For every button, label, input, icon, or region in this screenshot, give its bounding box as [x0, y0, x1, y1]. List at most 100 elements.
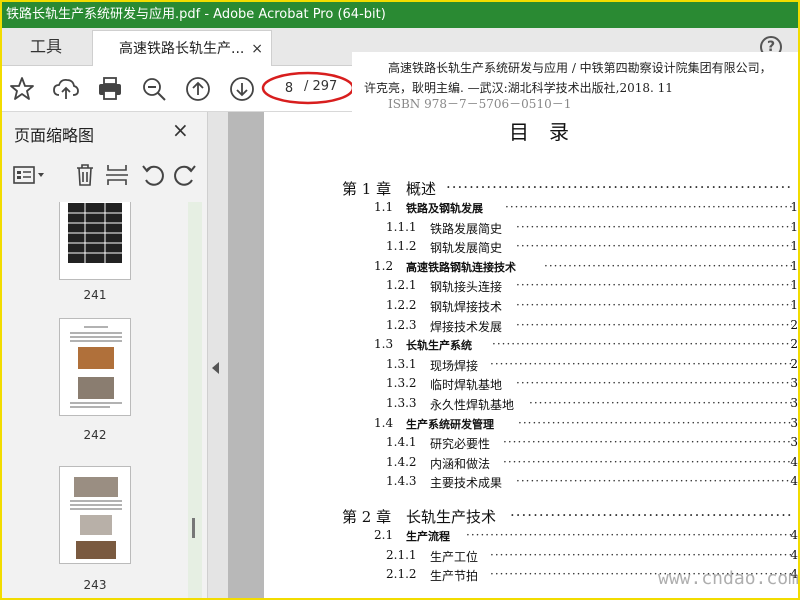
toc-leader-dots: ········································… — [510, 506, 792, 524]
toc-entry[interactable]: 2.1.1 生产工位 ·······························… — [264, 548, 798, 568]
toc-entry-text: 研究必要性 — [430, 437, 491, 452]
options-menu-icon[interactable] — [12, 162, 48, 188]
toc-leader-dots: ········································… — [516, 219, 792, 234]
toc-entry-text: 现场焊接 — [430, 358, 479, 373]
sidebar-scrollbar[interactable] — [188, 202, 202, 598]
toc-entry-number: 1.1.2 — [386, 239, 417, 254]
zoom-out-icon[interactable] — [140, 75, 168, 103]
toc-entry-text: 生产节拍 — [430, 569, 479, 584]
toc-entry-page: 3 — [790, 396, 798, 410]
thumbnail-label: 243 — [83, 578, 107, 592]
toc-title: 目录 — [509, 120, 589, 144]
toc-entry[interactable]: 1.4 生产系统研发管理 ·····························… — [264, 416, 798, 436]
page-up-icon[interactable] — [184, 75, 212, 103]
toc-leader-dots: ········································… — [544, 258, 792, 273]
toc-entry-page: 2 — [790, 317, 798, 332]
toc-entry-number: 1.4 — [374, 415, 394, 430]
toc-entry-page: 2 — [790, 337, 798, 352]
toc-entry-number: 2.1.1 — [386, 547, 417, 562]
sidebar-title: 页面缩略图 — [14, 126, 95, 145]
toc-entry-number: 2.1 — [374, 528, 394, 542]
citation-line-1: 高速铁路长轨生产系统研发与应用 / 中铁第四勘察设计院集团有限公司， — [388, 61, 772, 75]
toc-entry-text: 永久性焊轨基地 — [430, 398, 515, 412]
toc-entry[interactable]: 1.4.1 研究必要性 ······························… — [264, 435, 798, 455]
thumbnail-page[interactable] — [59, 318, 131, 416]
toc-entry-page: 4 — [790, 474, 798, 489]
toc-leader-dots: ········································… — [490, 356, 792, 371]
title-bar: 铁路长轨生产系统研发与应用.pdf - Adobe Acrobat Pro (6… — [2, 2, 798, 28]
toc-entry-page: 1 — [790, 298, 798, 312]
toc-entry-text: 主要技术成果 — [430, 476, 503, 491]
toc-entry[interactable]: 1.3.2 临时焊轨基地 ·····························… — [264, 376, 798, 396]
sidebar-scrollbar-thumb[interactable] — [192, 518, 195, 538]
cloud-upload-icon[interactable] — [52, 75, 80, 103]
toc-entry-page: 1 — [790, 200, 798, 214]
document-page: 目录 第 1 章概述 ······························… — [264, 112, 798, 598]
page-down-icon[interactable] — [228, 75, 256, 103]
toc-entry-page: 3 — [790, 415, 798, 430]
toc-entry[interactable]: 1.1.2 钢轨发展简史 ·····························… — [264, 239, 798, 259]
tab-document[interactable]: 高速铁路长轨生产... × — [92, 30, 272, 67]
close-sidebar-icon[interactable]: × — [172, 118, 189, 142]
toc-entry[interactable]: 1.2 高速铁路钢轨连接技术 ···························… — [264, 259, 798, 279]
toc-entry-page: 2 — [790, 356, 798, 371]
app-window: 铁路长轨生产系统研发与应用.pdf - Adobe Acrobat Pro (6… — [0, 0, 800, 600]
toc-entry[interactable]: 1.2.3 焊接技术发展 ·····························… — [264, 318, 798, 338]
toc-entry[interactable]: 1.4.2 内涵和做法 ······························… — [264, 455, 798, 475]
toc-entry-text: 铁路及钢轨发展 — [406, 202, 483, 215]
toc-entry-number: 1.2 — [374, 258, 394, 273]
toc-entry-text: 钢轨发展简史 — [430, 241, 503, 256]
toc-leader-dots: ········································… — [466, 528, 792, 542]
toc-entry-number: 2.1.2 — [386, 567, 417, 582]
toc-entry[interactable]: 1.1.1 铁路发展简史 ·····························… — [264, 220, 798, 240]
toc-leader-dots: ········································… — [490, 547, 792, 562]
close-tab-icon[interactable]: × — [251, 31, 263, 67]
thumbnail-sidebar: 页面缩略图 × 241 242 243 — [2, 112, 208, 598]
toc-entry[interactable]: 1.4.3 主要技术成果 ·····························… — [264, 474, 798, 494]
toc-leader-dots: ········································… — [529, 396, 792, 410]
star-icon[interactable] — [8, 75, 36, 103]
thumbnail-page[interactable] — [59, 202, 131, 280]
toc-leader-dots: ········································… — [503, 454, 792, 469]
toc-entry-text: 生产流程 — [406, 530, 450, 543]
toc-entry-page: 3 — [790, 435, 798, 450]
toc-entry[interactable]: 1.2.2 钢轨焊接技术 ·····························… — [264, 298, 798, 318]
toc-entry[interactable]: 1.2.1 钢轨接头连接 ·····························… — [264, 278, 798, 298]
toc-entry-number: 1.4.3 — [386, 474, 417, 489]
toc-entry-text: 概述 — [406, 180, 437, 198]
extract-pages-icon[interactable] — [104, 162, 130, 188]
toc-entry-text: 长轨生产技术 — [406, 508, 497, 526]
toc-entry-text: 临时焊轨基地 — [430, 378, 503, 393]
toc-entry-text: 铁路发展简史 — [430, 221, 503, 236]
print-icon[interactable] — [96, 75, 124, 103]
toc-entry-page: 1 — [790, 219, 798, 234]
thumbnail-label: 241 — [83, 288, 107, 302]
toc-entry[interactable]: 2.1 生产流程 ·································… — [264, 528, 798, 548]
toc-entry-text: 内涵和做法 — [430, 456, 491, 471]
toc-leader-dots: ········································… — [518, 415, 792, 430]
toc-leader-dots: ········································… — [516, 376, 792, 391]
window-title: 铁路长轨生产系统研发与应用.pdf - Adobe Acrobat Pro (6… — [6, 7, 386, 22]
toc-entry-number: 1.3.3 — [386, 396, 417, 410]
sidebar-splitter[interactable] — [208, 112, 228, 598]
toc-entry-number: 1.2.2 — [386, 298, 417, 312]
toc-entry[interactable]: 1.3.1 现场焊接 ·······························… — [264, 357, 798, 377]
rotate-right-icon[interactable] — [172, 162, 198, 188]
highlight-ellipse — [261, 71, 355, 105]
thumbnail-page[interactable] — [59, 466, 131, 564]
toc-entry[interactable]: 1.3.3 永久性焊轨基地 ····························… — [264, 396, 798, 416]
delete-icon[interactable] — [72, 162, 98, 188]
toc-leader-dots: ········································… — [516, 278, 792, 293]
toc-entry[interactable]: 1.3 长轨生产系统 ·······························… — [264, 337, 798, 357]
toc-leader-dots: ········································… — [503, 435, 792, 450]
toc-leader-dots: ········································… — [446, 178, 792, 196]
toc-entry-text: 生产工位 — [430, 549, 479, 564]
toc-entry-page: 4 — [790, 454, 798, 469]
toc-entry[interactable]: 第 1 章概述 ·································… — [264, 178, 798, 198]
toc-entry[interactable]: 第 2 章长轨生产技术 ·····························… — [264, 506, 798, 526]
tab-tools[interactable]: 工具 — [2, 28, 90, 66]
rotate-left-icon[interactable] — [140, 162, 166, 188]
collapse-sidebar-arrow-icon[interactable] — [212, 362, 219, 374]
watermark: www.cndao.com — [658, 568, 799, 589]
toc-entry[interactable]: 1.1 铁路及钢轨发展 ······························… — [264, 200, 798, 220]
